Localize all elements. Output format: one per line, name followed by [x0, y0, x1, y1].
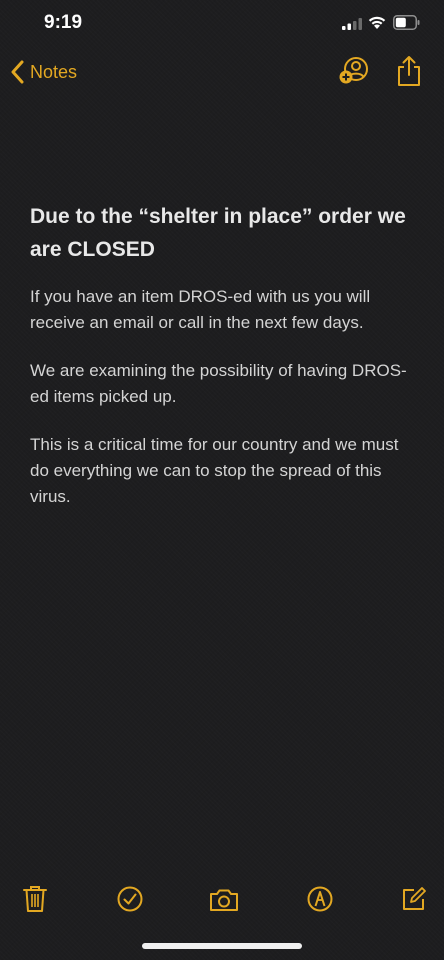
cellular-signal-icon [342, 18, 362, 30]
note-body[interactable]: Due to the “shelter in place” order we a… [30, 200, 422, 532]
trash-icon[interactable] [23, 885, 47, 913]
back-label: Notes [30, 61, 78, 82]
checkmark-circle-icon[interactable] [117, 886, 143, 912]
markup-pen-icon[interactable] [307, 886, 333, 912]
share-icon[interactable] [396, 55, 422, 87]
note-paragraph: This is a critical time for our country … [30, 435, 399, 506]
compose-icon[interactable] [401, 886, 427, 912]
status-bar: 9:19 [0, 0, 444, 50]
chevron-left-icon [11, 60, 24, 84]
note-paragraph: If you have an item DROS-ed with us you … [30, 287, 371, 332]
battery-icon [393, 15, 420, 30]
back-to-notes-button[interactable]: Notes [10, 57, 77, 87]
wifi-icon [368, 16, 386, 29]
note-paragraph: We are examining the possibility of havi… [30, 361, 407, 406]
home-indicator[interactable] [142, 943, 302, 949]
status-time: 9:19 [44, 12, 83, 33]
camera-icon[interactable] [209, 888, 239, 912]
add-person-icon[interactable] [338, 56, 370, 86]
note-title: Due to the “shelter in place” order we a… [30, 205, 406, 261]
